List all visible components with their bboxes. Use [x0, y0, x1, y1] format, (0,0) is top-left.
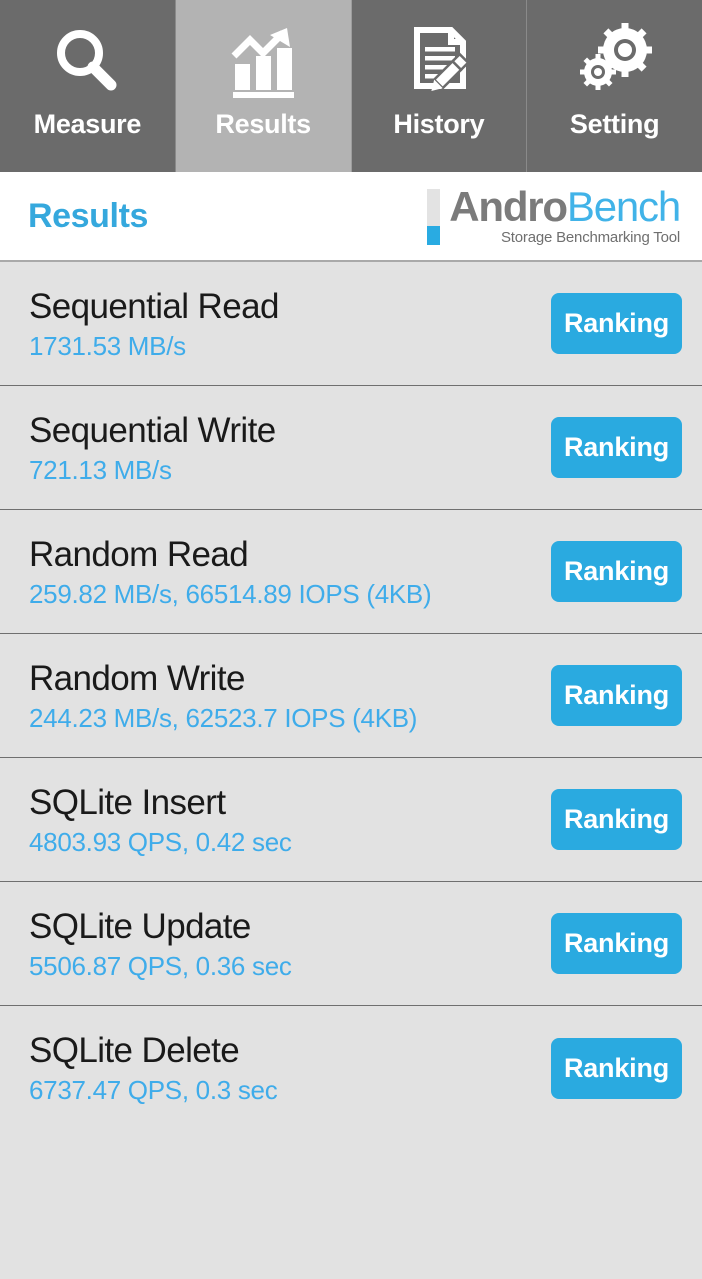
androbench-logo: AndroBench Storage Benchmarking Tool	[427, 185, 681, 246]
row-texts: SQLite Update 5506.87 QPS, 0.36 sec	[29, 905, 292, 983]
tab-history-label: History	[393, 109, 485, 139]
row-title: Random Write	[29, 658, 245, 698]
gears-icon	[527, 22, 702, 102]
magnifier-icon	[0, 22, 175, 102]
logo-text: AndroBench Storage Benchmarking Tool	[449, 185, 681, 246]
ranking-button[interactable]: Ranking	[551, 541, 682, 602]
row-value: 5506.87 QPS, 0.36 sec	[29, 950, 292, 981]
results-list: Sequential Read 1731.53 MB/s Ranking Seq…	[0, 262, 702, 1279]
row-texts: Sequential Write 721.13 MB/s	[29, 409, 276, 487]
row-title: Sequential Read	[29, 286, 279, 326]
table-row[interactable]: Random Write 244.23 MB/s, 62523.7 IOPS (…	[0, 634, 702, 758]
ranking-button[interactable]: Ranking	[551, 913, 682, 974]
row-texts: SQLite Delete 6737.47 QPS, 0.3 sec	[29, 1029, 278, 1107]
ranking-button[interactable]: Ranking	[551, 1037, 682, 1099]
row-title: Sequential Write	[29, 410, 276, 450]
ranking-button[interactable]: Ranking	[551, 789, 682, 850]
logo-word-bench: Bench	[566, 182, 681, 230]
row-value: 1731.53 MB/s	[29, 330, 186, 361]
row-value: 6737.47 QPS, 0.3 sec	[29, 1075, 278, 1105]
row-value: 259.82 MB/s, 66514.89 IOPS (4KB)	[29, 578, 432, 609]
page-title: Results	[28, 196, 149, 235]
row-title: SQLite Update	[29, 906, 251, 946]
row-texts: Random Write 244.23 MB/s, 62523.7 IOPS (…	[29, 657, 417, 735]
table-row[interactable]: Sequential Write 721.13 MB/s Ranking	[0, 386, 702, 510]
tab-setting-label: Setting	[569, 109, 660, 139]
row-title: Random Read	[29, 534, 249, 574]
tab-measure[interactable]: Measure	[0, 0, 176, 172]
row-value: 244.23 MB/s, 62523.7 IOPS (4KB)	[29, 702, 418, 733]
document-pencil-icon	[352, 22, 527, 102]
row-value: 721.13 MB/s	[29, 454, 172, 485]
row-texts: Random Read 259.82 MB/s, 66514.89 IOPS (…	[29, 533, 432, 611]
ranking-button[interactable]: Ranking	[551, 665, 682, 726]
androbench-app: Measure Results History Setting Results …	[0, 0, 702, 1279]
row-value: 4803.93 QPS, 0.42 sec	[29, 826, 292, 857]
ranking-button[interactable]: Ranking	[551, 417, 682, 478]
row-texts: SQLite Insert 4803.93 QPS, 0.42 sec	[29, 781, 292, 859]
row-texts: Sequential Read 1731.53 MB/s	[29, 285, 279, 363]
row-title: SQLite Delete	[29, 1031, 240, 1070]
bar-chart-arrow-icon	[176, 22, 351, 102]
table-row[interactable]: SQLite Update 5506.87 QPS, 0.36 sec Rank…	[0, 882, 702, 1006]
page-header: Results AndroBench Storage Benchmarking …	[0, 172, 702, 262]
tab-setting[interactable]: Setting	[527, 0, 702, 172]
tab-measure-label: Measure	[33, 109, 142, 139]
table-row[interactable]: Random Read 259.82 MB/s, 66514.89 IOPS (…	[0, 510, 702, 634]
tab-results-label: Results	[215, 109, 311, 139]
table-row[interactable]: SQLite Delete 6737.47 QPS, 0.3 sec Ranki…	[0, 1006, 702, 1130]
logo-subtitle: Storage Benchmarking Tool	[501, 228, 680, 246]
tab-results[interactable]: Results	[175, 0, 352, 172]
table-row[interactable]: Sequential Read 1731.53 MB/s Ranking	[0, 262, 702, 386]
ranking-button[interactable]: Ranking	[551, 293, 682, 354]
tab-history[interactable]: History	[351, 0, 528, 172]
logo-wordmark: AndroBench	[449, 185, 681, 227]
table-row[interactable]: SQLite Insert 4803.93 QPS, 0.42 sec Rank…	[0, 758, 702, 882]
logo-accent-bar	[427, 189, 441, 245]
tab-bar: Measure Results History Setting	[0, 0, 702, 172]
logo-word-andro: Andro	[449, 182, 568, 230]
row-title: SQLite Insert	[29, 782, 226, 822]
